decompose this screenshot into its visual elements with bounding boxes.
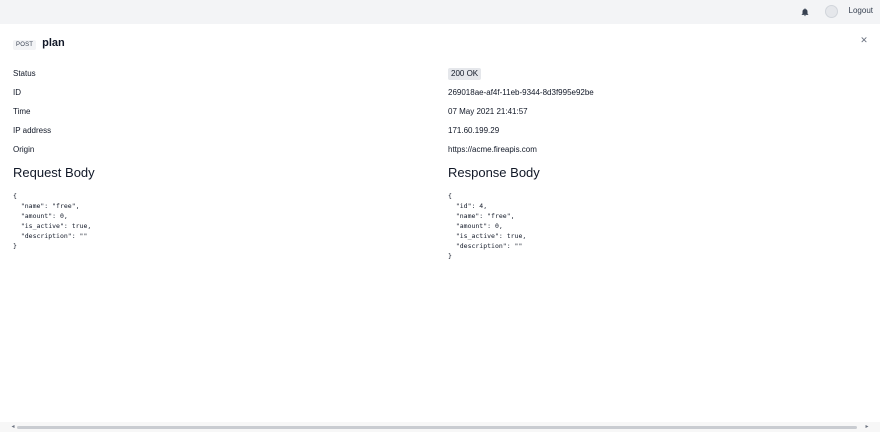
request-header: POST plan bbox=[13, 37, 65, 50]
id-value: 269018ae-af4f-11eb-9344-8d3f995e92be bbox=[448, 88, 594, 97]
detail-row-ip: IP address 171.60.199.29 bbox=[13, 122, 867, 140]
logout-button[interactable]: Logout bbox=[849, 6, 873, 15]
detail-row-id: ID 269018ae-af4f-11eb-9344-8d3f995e92be bbox=[13, 84, 867, 102]
response-body-code: { "id": 4, "name": "free", "amount": 0, … bbox=[448, 191, 527, 260]
method-badge: POST bbox=[13, 40, 37, 50]
endpoint-title: plan bbox=[42, 37, 65, 49]
request-details-panel: POST plan ✕ Status 200 OK ID 269018ae-af… bbox=[0, 24, 880, 420]
ip-value: 171.60.199.29 bbox=[448, 126, 500, 135]
request-body-title: Request Body bbox=[13, 165, 95, 180]
detail-label: IP address bbox=[13, 126, 52, 135]
detail-row-time: Time 07 May 2021 21:41:57 bbox=[13, 103, 867, 121]
close-icon[interactable]: ✕ bbox=[859, 35, 869, 45]
scroll-left-icon[interactable]: ◂ bbox=[10, 424, 16, 430]
detail-label: Time bbox=[13, 107, 31, 116]
bell-icon[interactable] bbox=[800, 7, 810, 17]
detail-row-status: Status 200 OK bbox=[13, 65, 867, 83]
status-badge: 200 OK bbox=[448, 68, 482, 80]
response-body-title: Response Body bbox=[448, 165, 540, 180]
detail-label: Status bbox=[13, 69, 36, 78]
origin-value: https://acme.fireapis.com bbox=[448, 145, 537, 154]
scrollbar-thumb[interactable] bbox=[17, 426, 857, 429]
request-body-code: { "name": "free", "amount": 0, "is_activ… bbox=[13, 191, 92, 250]
detail-label: Origin bbox=[13, 145, 35, 154]
status-value: 200 OK bbox=[448, 65, 482, 83]
horizontal-scrollbar[interactable]: ◂ ▸ bbox=[0, 422, 880, 432]
time-value: 07 May 2021 21:41:57 bbox=[448, 107, 528, 116]
detail-label: ID bbox=[13, 88, 21, 97]
detail-row-origin: Origin https://acme.fireapis.com bbox=[13, 141, 867, 159]
avatar[interactable] bbox=[825, 5, 838, 18]
top-bar: Logout bbox=[0, 0, 880, 24]
scroll-right-icon[interactable]: ▸ bbox=[864, 424, 870, 430]
